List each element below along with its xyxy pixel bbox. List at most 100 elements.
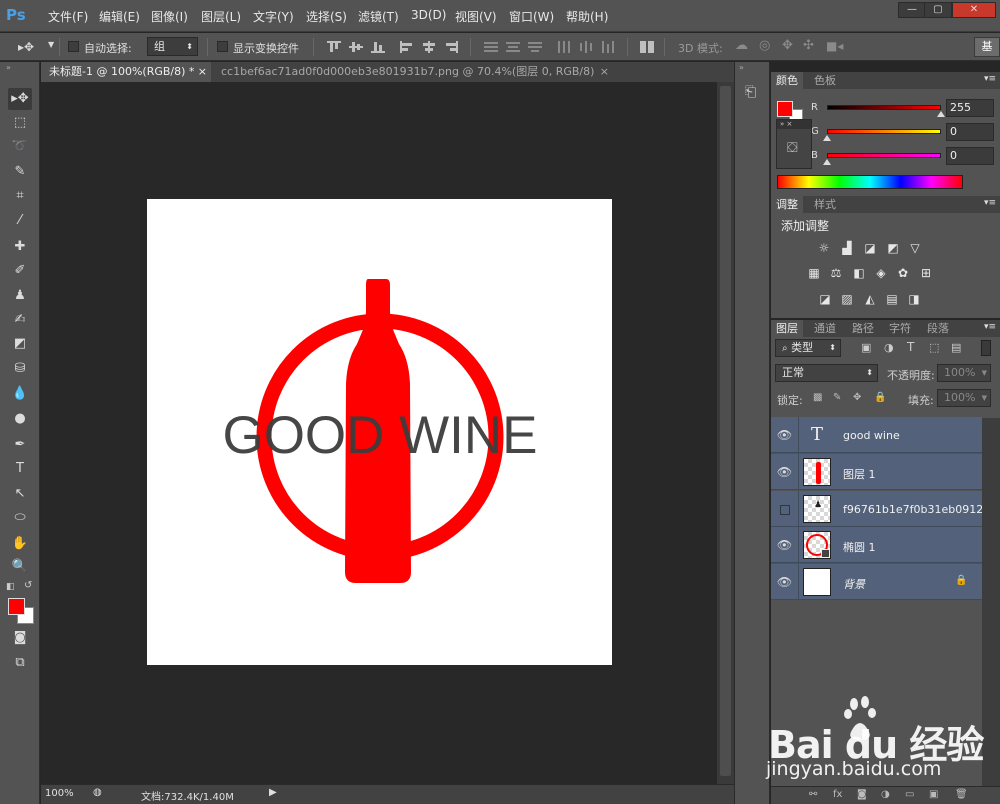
- menu-select[interactable]: 选择(S): [306, 8, 347, 25]
- panel-menu-icon[interactable]: ▾≡: [984, 322, 996, 332]
- blue-value-field[interactable]: 0: [946, 147, 994, 165]
- eye-icon[interactable]: 👁: [771, 564, 799, 600]
- foreground-color-swatch[interactable]: [8, 598, 25, 615]
- slider-knob-icon[interactable]: [937, 111, 945, 117]
- filter-type-icon[interactable]: T: [907, 340, 914, 354]
- slider-knob-icon[interactable]: [823, 135, 831, 141]
- marquee-tool-icon[interactable]: ⬚: [8, 112, 32, 134]
- exposure-icon[interactable]: ◩: [885, 241, 901, 255]
- layer-style-icon[interactable]: fx: [833, 789, 842, 800]
- menu-window[interactable]: 窗口(W): [509, 8, 554, 25]
- screen-mode-icon[interactable]: ⧉: [8, 652, 32, 674]
- adjustment-layer-icon[interactable]: ◑: [881, 789, 890, 800]
- align-right-icon[interactable]: [444, 41, 458, 53]
- status-info-icon[interactable]: ◍: [93, 787, 102, 798]
- add-mask-icon[interactable]: ◙: [857, 789, 867, 800]
- lasso-tool-icon[interactable]: ➰: [8, 136, 32, 158]
- layer-filter-dropdown[interactable]: ⌕ 类型 ⬍: [775, 339, 841, 357]
- tab-character[interactable]: 字符: [884, 320, 916, 337]
- new-group-icon[interactable]: ▭: [905, 789, 914, 800]
- align-left-icon[interactable]: [400, 41, 414, 53]
- invert-icon[interactable]: ◪: [817, 292, 833, 306]
- selective-color-icon[interactable]: ◨: [906, 292, 922, 306]
- slider-blue[interactable]: B 0: [811, 147, 994, 165]
- tab-close-icon[interactable]: ×: [198, 62, 207, 82]
- layer-row-background[interactable]: 👁 背景 🔒: [771, 564, 982, 600]
- lock-position-icon[interactable]: ✥: [853, 392, 861, 403]
- menu-image[interactable]: 图像(I): [151, 8, 188, 25]
- menu-filter[interactable]: 滤镜(T): [358, 8, 399, 25]
- filter-pixel-icon[interactable]: ▣: [861, 341, 871, 354]
- tab-paragraph[interactable]: 段落: [922, 320, 954, 337]
- delete-layer-icon[interactable]: 🗑: [955, 789, 968, 800]
- layer-row-layer-1[interactable]: 👁 图层 1: [771, 454, 982, 490]
- opacity-field[interactable]: 100% ▼: [937, 364, 991, 382]
- gradient-map-icon[interactable]: ▤: [884, 292, 900, 306]
- quick-mask-icon[interactable]: ◙: [8, 627, 32, 649]
- auto-select-checkbox[interactable]: [68, 41, 79, 52]
- brush-tool-icon[interactable]: ✐: [8, 260, 32, 282]
- menu-edit[interactable]: 编辑(E): [99, 8, 140, 25]
- swap-colors-icon[interactable]: ↺: [24, 580, 32, 591]
- distribute-left-icon[interactable]: [557, 41, 571, 53]
- zoom-level[interactable]: 100%: [45, 788, 74, 799]
- tab-swatches[interactable]: 色板: [809, 72, 841, 89]
- blend-mode-dropdown[interactable]: 正常 ⬍: [775, 364, 878, 382]
- new-layer-icon[interactable]: ▣: [929, 789, 938, 800]
- distribute-right-icon[interactable]: [601, 41, 615, 53]
- document-canvas[interactable]: GOOD WINE: [147, 199, 612, 665]
- mini-panel-header[interactable]: » ×: [777, 120, 811, 129]
- 3d-pan-icon[interactable]: ✥: [782, 38, 793, 53]
- align-top-icon[interactable]: [327, 41, 341, 53]
- tab-png-file[interactable]: cc1bef6ac71ad0f0d000eb3e801931b7.png @ 7…: [213, 62, 613, 82]
- tab-adjustments[interactable]: 调整: [771, 196, 803, 213]
- align-hcenter-icon[interactable]: [422, 41, 436, 53]
- minimize-button[interactable]: —: [898, 2, 926, 18]
- tab-styles[interactable]: 样式: [809, 196, 841, 213]
- filter-smart-object-icon[interactable]: ▤: [951, 341, 961, 354]
- foreground-color-swatch[interactable]: [777, 101, 793, 117]
- zoom-tool-icon[interactable]: 🔍: [8, 556, 32, 578]
- history-brush-tool-icon[interactable]: ✍: [8, 309, 32, 331]
- eye-icon[interactable]: 👁: [771, 417, 799, 453]
- move-tool-preset-icon[interactable]: ▸✥: [14, 36, 38, 58]
- ellipse-tool-icon[interactable]: ⬭: [8, 507, 32, 529]
- menu-file[interactable]: 文件(F): [48, 8, 88, 25]
- vibrance-icon[interactable]: ▽: [907, 241, 923, 255]
- distribute-vcenter-icon[interactable]: [506, 41, 520, 53]
- link-layers-icon[interactable]: ⚯: [809, 789, 817, 800]
- lock-all-icon[interactable]: 🔒: [874, 392, 886, 403]
- hue-saturation-icon[interactable]: ▦: [806, 266, 822, 280]
- color-lookup-icon[interactable]: ⊞: [918, 266, 934, 280]
- chevron-down-icon[interactable]: ▼: [48, 40, 54, 49]
- levels-icon[interactable]: ▟: [839, 241, 855, 255]
- menu-3d[interactable]: 3D(D): [411, 8, 446, 22]
- type-tool-icon[interactable]: T: [8, 458, 32, 480]
- layer-row-ellipse-1[interactable]: 👁 椭圆 1: [771, 527, 982, 563]
- healing-brush-tool-icon[interactable]: ✚: [8, 236, 32, 258]
- 3d-scale-icon[interactable]: ■◂: [826, 39, 843, 53]
- lock-pixels-icon[interactable]: ✎: [833, 392, 841, 403]
- filter-adjustment-icon[interactable]: ◑: [884, 341, 894, 354]
- red-gradient-bar[interactable]: [827, 105, 941, 110]
- quick-select-tool-icon[interactable]: ✎: [8, 161, 32, 183]
- photo-filter-icon[interactable]: ◈: [873, 266, 889, 280]
- align-vcenter-icon[interactable]: [349, 41, 363, 53]
- show-transform-checkbox[interactable]: [217, 41, 228, 52]
- tab-color[interactable]: 颜色: [771, 72, 803, 89]
- clone-stamp-tool-icon[interactable]: ♟: [8, 285, 32, 307]
- maximize-button[interactable]: ▢: [924, 2, 952, 18]
- layer-row-good-wine[interactable]: 👁 T good wine: [771, 417, 982, 453]
- black-white-icon[interactable]: ◧: [851, 266, 867, 280]
- eraser-tool-icon[interactable]: ◩: [8, 333, 32, 355]
- collapse-arrows-icon[interactable]: »: [739, 63, 744, 72]
- menu-help[interactable]: 帮助(H): [566, 8, 608, 25]
- layer-row-smart-object[interactable]: ♟ f96761b1e7f0b31eb0912...: [771, 491, 994, 527]
- color-spectrum-bar[interactable]: [777, 175, 963, 189]
- 3d-roll-icon[interactable]: ◎: [759, 38, 770, 53]
- close-button[interactable]: ✕: [952, 2, 996, 18]
- 3d-orbit-icon[interactable]: ☁: [735, 38, 748, 53]
- tab-paths[interactable]: 路径: [847, 320, 879, 337]
- menu-layer[interactable]: 图层(L): [201, 8, 241, 25]
- canvas-vertical-scrollbar[interactable]: [717, 82, 734, 784]
